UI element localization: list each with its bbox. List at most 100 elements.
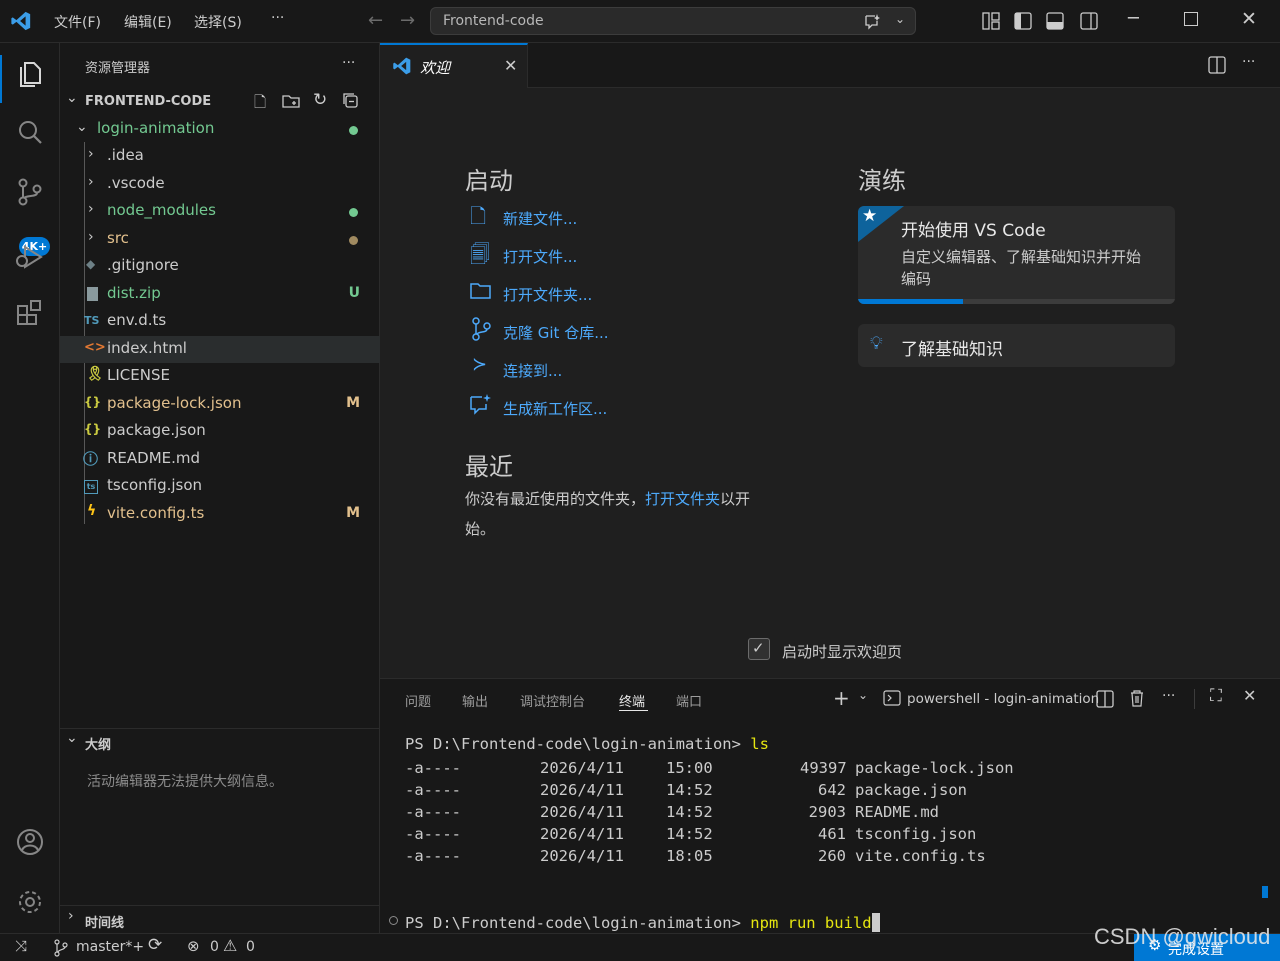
warning-count[interactable]: 0: [246, 939, 255, 955]
tab-ports[interactable]: 端口: [676, 691, 702, 710]
show-on-startup-checkbox[interactable]: ✓: [748, 638, 770, 660]
status-bar: ⤨ master*+ ⟳ ⊗ 0 ⚠ 0 ⚙ 完成设置: [0, 933, 1280, 961]
tree-file-dist-zip[interactable]: dist.zip U: [60, 281, 380, 308]
new-file-link[interactable]: 新建文件...: [503, 208, 577, 229]
terminal-line-prompt[interactable]: PS D:\Frontend-code\login-animation> npm…: [405, 913, 880, 932]
chevron-down-icon: ⌄: [66, 730, 78, 746]
maximize-panel-icon[interactable]: ⛶: [1210, 686, 1222, 706]
connect-to-link[interactable]: 连接到...: [503, 360, 562, 381]
tab-terminal[interactable]: 终端: [619, 691, 645, 710]
tree-file-package-json[interactable]: {} package.json: [60, 418, 380, 445]
customize-layout-icon[interactable]: [982, 12, 1000, 30]
error-count[interactable]: 0: [210, 939, 219, 955]
tree-file-env-d-ts[interactable]: TS env.d.ts: [60, 308, 380, 335]
new-file-icon[interactable]: 🗋: [254, 92, 266, 117]
terminal-scrollbar-marker[interactable]: [1262, 886, 1268, 898]
tree-file-license[interactable]: 🎗 LICENSE: [60, 363, 380, 390]
new-file-icon: 🗋: [470, 204, 487, 228]
search-icon[interactable]: [13, 116, 47, 150]
tree-file-readme[interactable]: ⓘ README.md: [60, 446, 380, 473]
tree-folder-node-modules[interactable]: › node_modules: [60, 198, 380, 225]
chevron-right-icon: ›: [88, 201, 94, 217]
ls-date: 2026/4/11: [540, 803, 624, 821]
new-workspace-link[interactable]: 生成新工作区...: [503, 398, 607, 419]
account-icon[interactable]: [13, 825, 47, 859]
git-branch-icon[interactable]: [53, 939, 69, 957]
menu-file[interactable]: 文件(F): [54, 12, 101, 32]
chevron-down-icon[interactable]: ⌄: [895, 12, 905, 26]
sync-icon[interactable]: ⟳: [148, 935, 162, 955]
ls-time: 14:52: [666, 781, 713, 799]
tab-debug-console[interactable]: 调试控制台: [520, 691, 585, 710]
toggle-primary-sidebar-icon[interactable]: [1014, 12, 1032, 30]
vite-bolt-icon: ϟ: [87, 503, 97, 519]
tree-folder-src[interactable]: › src: [60, 226, 380, 253]
collapse-all-icon[interactable]: [343, 93, 359, 109]
menu-more[interactable]: ···: [271, 10, 284, 26]
error-icon[interactable]: ⊗: [187, 937, 200, 955]
terminal-prompt: PS D:\Frontend-code\login-animation>: [405, 914, 751, 932]
close-panel-icon[interactable]: ✕: [1243, 686, 1256, 705]
tree-file-package-lock[interactable]: {} package-lock.json M: [60, 391, 380, 418]
source-control-icon[interactable]: [13, 175, 47, 209]
open-file-link[interactable]: 打开文件...: [503, 246, 577, 267]
git-branch-label[interactable]: master*+: [76, 939, 144, 955]
tree-item-label: .idea: [107, 146, 144, 164]
warning-icon[interactable]: ⚠: [223, 936, 237, 955]
remote-indicator-icon[interactable]: ⤨: [15, 937, 27, 955]
chevron-down-icon: ⌄: [66, 90, 78, 106]
tree-folder-idea[interactable]: › .idea: [60, 143, 380, 170]
settings-gear-icon[interactable]: [13, 885, 47, 919]
walkthrough-card-get-started[interactable]: ★ 开始使用 VS Code 自定义编辑器、了解基础知识并开始 编码: [858, 206, 1175, 304]
back-arrow-icon[interactable]: ←: [368, 10, 383, 31]
tree-item-label: dist.zip: [107, 284, 161, 302]
recent-text: 以开: [720, 490, 751, 508]
editor-more-icon[interactable]: ···: [1242, 54, 1255, 70]
chevron-down-icon[interactable]: ⌄: [858, 688, 868, 702]
new-terminal-icon[interactable]: +: [833, 686, 850, 710]
extensions-icon[interactable]: [13, 297, 47, 331]
explorer-more-button[interactable]: ···: [342, 55, 355, 71]
terminal-instance-name[interactable]: powershell - login-animation: [907, 691, 1099, 707]
clone-git-link[interactable]: 克隆 Git 仓库...: [503, 322, 609, 343]
split-terminal-icon[interactable]: [1096, 690, 1114, 708]
tab-problems[interactable]: 问题: [405, 691, 431, 710]
close-window-icon[interactable]: ✕: [1241, 8, 1257, 30]
chat-sparkle-icon[interactable]: [863, 13, 881, 31]
close-tab-icon[interactable]: ✕: [504, 56, 517, 75]
split-editor-icon[interactable]: [1208, 56, 1226, 74]
info-icon: ⓘ: [83, 450, 99, 468]
tree-file-index-html[interactable]: <> index.html: [60, 336, 380, 363]
tab-output[interactable]: 输出: [462, 691, 488, 710]
outline-header[interactable]: ⌄ 大纲: [60, 729, 380, 753]
new-folder-icon[interactable]: [282, 93, 300, 109]
explorer-files-icon[interactable]: [13, 57, 47, 91]
workspace-root-header[interactable]: ⌄ FRONTEND-CODE 🗋 ↻: [60, 88, 380, 115]
tab-welcome[interactable]: 欢迎 ✕: [380, 43, 528, 88]
toggle-panel-icon[interactable]: [1046, 12, 1064, 30]
command-decoration-icon[interactable]: [389, 916, 398, 925]
command-center[interactable]: Frontend-code ⌄: [430, 7, 916, 35]
open-folder-link[interactable]: 打开文件夹...: [503, 284, 592, 305]
toggle-secondary-sidebar-icon[interactable]: [1080, 12, 1098, 30]
ls-size: 49397: [800, 759, 847, 777]
ls-date: 2026/4/11: [540, 759, 624, 777]
refresh-icon[interactable]: ↻: [313, 90, 327, 110]
menu-selection[interactable]: 选择(S): [194, 12, 242, 32]
tree-file-tsconfig[interactable]: ts tsconfig.json: [60, 473, 380, 500]
timeline-header[interactable]: › 时间线: [60, 907, 380, 931]
forward-arrow-icon[interactable]: →: [400, 10, 415, 31]
minimize-icon[interactable]: ─: [1128, 8, 1139, 29]
tree-folder-login-animation[interactable]: ⌄ login-animation: [60, 116, 380, 143]
trash-icon[interactable]: [1129, 689, 1145, 707]
maximize-icon[interactable]: [1184, 12, 1198, 26]
run-debug-icon[interactable]: [13, 239, 47, 273]
tree-folder-vscode[interactable]: › .vscode: [60, 171, 380, 198]
tree-file-gitignore[interactable]: ◆ .gitignore: [60, 253, 380, 280]
tree-file-vite-config[interactable]: ϟ vite.config.ts M: [60, 501, 380, 528]
panel-more-icon[interactable]: ···: [1162, 688, 1175, 704]
lightbulb-icon: 💡︎: [870, 333, 883, 354]
recent-open-folder-link[interactable]: 打开文件夹: [645, 490, 720, 508]
menu-edit[interactable]: 编辑(E): [124, 12, 172, 32]
walkthrough-card-learn-basics[interactable]: 💡︎ 了解基础知识: [858, 324, 1175, 367]
